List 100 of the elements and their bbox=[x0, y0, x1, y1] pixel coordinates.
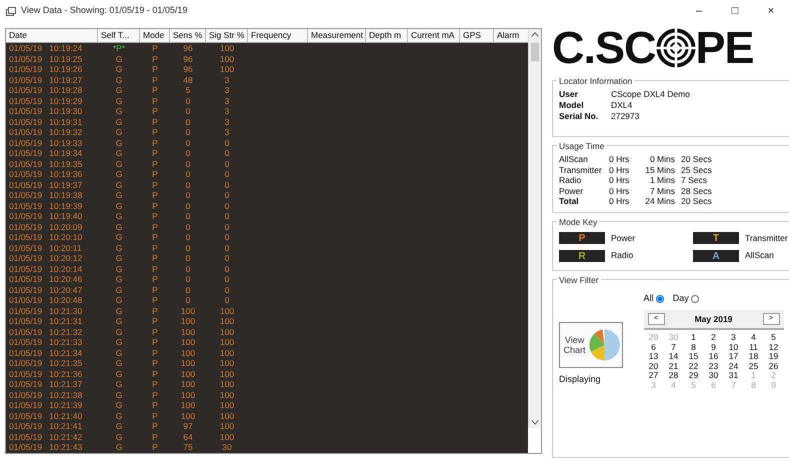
table-cell-text: 100 bbox=[180, 326, 196, 337]
calendar-day[interactable]: 14 bbox=[664, 352, 684, 362]
column-header[interactable]: Depth m bbox=[366, 29, 408, 42]
maximize-button[interactable]: □ bbox=[717, 2, 753, 20]
table-cell-text: 100 bbox=[180, 379, 196, 390]
calendar-day[interactable]: 28 bbox=[664, 371, 684, 380]
date-cell-text: 01/05/19 10:19:33 bbox=[8, 138, 84, 148]
calendar-day[interactable]: 24 bbox=[724, 362, 744, 371]
table-cell-text: 0 bbox=[184, 200, 192, 211]
table-cell-text: 0 bbox=[224, 253, 230, 264]
table-cell-text: G bbox=[114, 74, 124, 85]
date-cell-text: 01/05/19 10:19:29 bbox=[8, 96, 84, 106]
table-cell-text: G bbox=[114, 222, 124, 232]
calendar-day[interactable]: 7 bbox=[664, 342, 684, 352]
radio-option[interactable]: All bbox=[644, 292, 664, 306]
table-cell-text: 100 bbox=[218, 400, 236, 410]
table-cell-text: G bbox=[114, 232, 124, 242]
table-cell-text: G bbox=[114, 326, 124, 337]
table-cell-text: P bbox=[151, 222, 159, 232]
calendar-day[interactable]: 13 bbox=[644, 352, 664, 362]
minimize-button[interactable]: – bbox=[681, 2, 717, 20]
calendar-day[interactable]: 22 bbox=[684, 362, 704, 371]
calendar-day[interactable]: 18 bbox=[744, 352, 764, 362]
table-cell-text: 3 bbox=[224, 106, 230, 116]
table-cell-text: G bbox=[114, 284, 124, 295]
table-cell-text: G bbox=[114, 242, 124, 253]
table-cell-text: 0 bbox=[224, 264, 230, 274]
calendar-day[interactable]: 17 bbox=[724, 352, 744, 362]
column-header[interactable]: Self T... bbox=[98, 29, 140, 42]
radio-button[interactable] bbox=[656, 294, 664, 303]
calendar-day[interactable]: 5 bbox=[764, 333, 784, 342]
table-cell-text: 0 bbox=[184, 274, 192, 284]
calendar-day[interactable]: 29 bbox=[684, 371, 704, 380]
calendar-day[interactable]: 3 bbox=[724, 333, 744, 342]
table-cell-text: 100 bbox=[218, 43, 236, 54]
calendar-day[interactable]: 10 bbox=[724, 342, 744, 352]
date-cell-text: 01/05/19 10:19:35 bbox=[8, 158, 84, 169]
date-cell-text: 01/05/19 10:19:31 bbox=[8, 116, 84, 127]
calendar-day[interactable]: 12 bbox=[764, 342, 784, 352]
column-header[interactable]: Frequency bbox=[248, 29, 308, 42]
table-cell-text: 0 bbox=[224, 200, 230, 211]
calendar-day[interactable]: 16 bbox=[704, 352, 724, 362]
table-cell-text: 5 bbox=[184, 85, 192, 96]
column-header[interactable]: GPS bbox=[460, 29, 494, 42]
table-cell-text: G bbox=[114, 274, 124, 284]
radio-label: Day bbox=[672, 292, 689, 305]
table-cell-text: 100 bbox=[180, 316, 196, 326]
table-cell-text: G bbox=[114, 337, 124, 348]
calendar-day[interactable]: 30 bbox=[704, 371, 724, 380]
table-cell-text: 0 bbox=[184, 127, 192, 138]
usage-value: 7 Secs bbox=[681, 175, 708, 186]
column-header[interactable]: Mode bbox=[140, 29, 170, 42]
table-cell-text: 100 bbox=[218, 306, 236, 316]
field-label: User bbox=[559, 89, 579, 100]
calendar-day[interactable]: 2 bbox=[704, 333, 724, 342]
close-button[interactable]: × bbox=[753, 2, 789, 20]
usage-value: 20 Secs bbox=[681, 154, 713, 164]
table-cell-text: G bbox=[114, 200, 124, 211]
calendar-day[interactable]: 23 bbox=[704, 362, 724, 371]
table-cell-text: G bbox=[114, 400, 124, 410]
calendar-day[interactable]: 20 bbox=[644, 362, 664, 371]
calendar-day[interactable]: 19 bbox=[764, 352, 784, 362]
view-chart-button[interactable]: View Chart bbox=[559, 322, 623, 368]
column-header[interactable]: Sens % bbox=[170, 29, 206, 42]
table-cell-text: P bbox=[151, 54, 159, 64]
calendar-day[interactable]: 15 bbox=[684, 352, 704, 362]
field-value: CScope DXL4 Demo bbox=[611, 89, 691, 100]
mode-code: T bbox=[712, 232, 720, 244]
calendar-day[interactable]: 26 bbox=[764, 362, 784, 371]
table-cell-text: P bbox=[151, 442, 159, 452]
usage-label: Radio bbox=[559, 175, 582, 186]
calendar-day[interactable]: 31 bbox=[724, 371, 744, 380]
calendar-day[interactable]: 6 bbox=[644, 342, 664, 352]
column-header[interactable]: Measurement bbox=[308, 29, 366, 42]
radio-button[interactable] bbox=[691, 294, 700, 303]
column-header[interactable]: Date bbox=[6, 29, 98, 42]
calendar-day[interactable]: 27 bbox=[644, 371, 664, 380]
table-cell-text: 75 bbox=[182, 442, 194, 452]
table-cell-text: P bbox=[151, 284, 159, 295]
date-cell-text: 01/05/19 10:21:42 bbox=[8, 432, 84, 442]
scrollbar[interactable] bbox=[528, 29, 541, 428]
calendar-day[interactable]: 8 bbox=[684, 342, 704, 352]
table-cell-text: 100 bbox=[180, 368, 196, 379]
table-cell-text: P bbox=[151, 432, 159, 442]
calendar-day[interactable]: 21 bbox=[664, 362, 684, 371]
radio-option[interactable]: Day bbox=[672, 292, 700, 306]
table-cell-text: 0 bbox=[224, 169, 230, 180]
column-header[interactable]: Current mA bbox=[408, 29, 460, 42]
table-cell-text: 30 bbox=[221, 442, 233, 452]
calendar-day[interactable]: 9 bbox=[704, 342, 724, 352]
column-header[interactable]: Sig Str % bbox=[206, 29, 248, 42]
table-cell-text: G bbox=[114, 190, 124, 200]
calendar-day[interactable]: 25 bbox=[744, 362, 764, 371]
calendar-day[interactable]: 11 bbox=[744, 342, 764, 352]
table-cell-text: G bbox=[114, 358, 124, 368]
calendar-day[interactable]: 1 bbox=[684, 333, 704, 342]
table-cell-text: P bbox=[151, 96, 159, 106]
table-cell-text: 0 bbox=[184, 295, 192, 306]
calendar-day[interactable]: 4 bbox=[744, 333, 764, 342]
table-cell-text: G bbox=[114, 85, 124, 96]
